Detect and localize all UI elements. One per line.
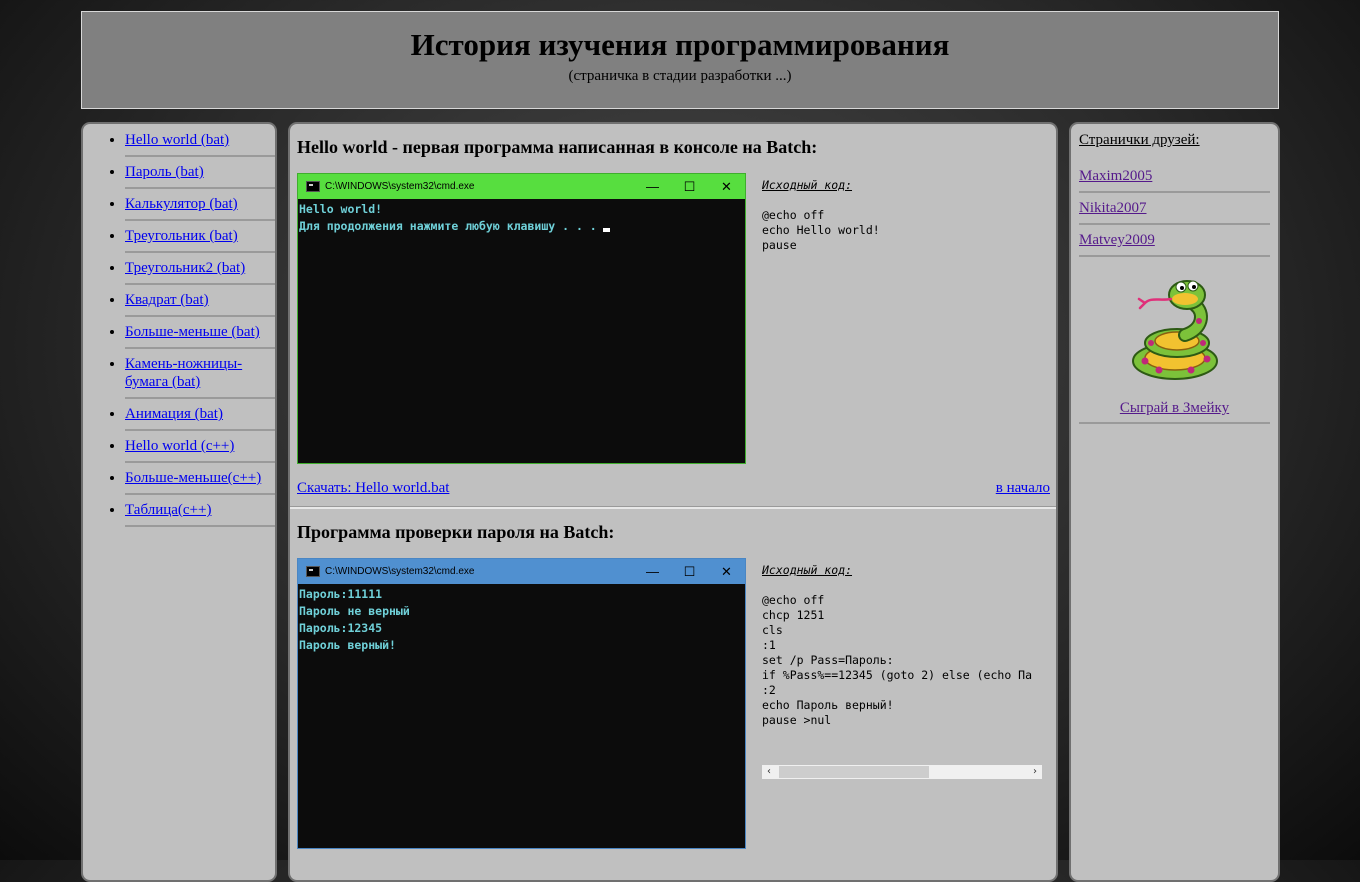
section-hello-world: Hello world - первая программа написанна…	[290, 124, 1056, 509]
snake-icon	[1131, 280, 1218, 380]
cmd-titlebar: C:\WINDOWS\system32\cmd.exe — ☐ ✕	[298, 174, 745, 199]
section-title: Программа проверки пароля на Batch:	[297, 522, 615, 542]
friends-title: Странички друзей:	[1079, 132, 1200, 148]
snake-game-item: Сыграй в Змейку	[1079, 400, 1270, 424]
nav-item: Треугольник (bat)	[125, 224, 275, 253]
download-link[interactable]: Скачать: Hello world.bat	[297, 480, 449, 496]
nav-item: Больше-меньше(c++)	[125, 466, 275, 495]
section-footer: Скачать: Hello world.bat в начало	[297, 479, 1050, 497]
nav-link-hello-world-bat[interactable]: Hello world (bat)	[125, 131, 275, 149]
nav-list: Hello world (bat) Пароль (bat) Калькулят…	[83, 124, 275, 527]
cmd-window-screenshot: C:\WINDOWS\system32\cmd.exe — ☐ ✕ Пароль…	[297, 558, 746, 849]
friends-list: Maxim2005 Nikita2007 Matvey2009	[1071, 163, 1278, 257]
source-code-label: Исходный код:	[762, 563, 853, 577]
snake-game-link[interactable]: Сыграй в Змейку	[1120, 400, 1229, 416]
source-code-box: Исходный код: @echo off echo Hello world…	[762, 178, 1042, 253]
nav-link-rock-paper-scissors-bat[interactable]: Камень-ножницы-бумага (bat)	[125, 355, 275, 391]
section-title: Hello world - первая программа написанна…	[297, 137, 818, 157]
friend-link-maxim2005[interactable]: Maxim2005	[1079, 168, 1152, 184]
console-output: Пароль:11111 Пароль не верный Пароль:123…	[299, 587, 410, 652]
nav-item: Треугольник2 (bat)	[125, 256, 275, 285]
source-code: @echo off chcp 1251 cls :1 set /p Pass=П…	[762, 593, 1033, 727]
console-output-text: Hello world! Для продолжения нажмите люб…	[299, 202, 597, 233]
nav-item: Hello world (c++)	[125, 434, 275, 463]
nav-item: Калькулятор (bat)	[125, 192, 275, 221]
scroll-left-icon[interactable]: ‹	[762, 765, 776, 779]
nav-link-square-bat[interactable]: Квадрат (bat)	[125, 291, 275, 309]
friend-item: Nikita2007	[1079, 195, 1270, 225]
nav-item: Пароль (bat)	[125, 160, 275, 189]
minimize-icon: —	[646, 564, 659, 579]
minimize-icon: —	[646, 179, 659, 194]
friend-link-matvey2009[interactable]: Matvey2009	[1079, 232, 1155, 248]
cmd-icon	[306, 566, 320, 577]
cmd-window-screenshot: C:\WINDOWS\system32\cmd.exe — ☐ ✕ Hello …	[297, 173, 746, 464]
cmd-titlebar: C:\WINDOWS\system32\cmd.exe — ☐ ✕	[298, 559, 745, 584]
nav-link-more-less-bat[interactable]: Больше-меньше (bat)	[125, 323, 275, 341]
horizontal-scrollbar[interactable]: ‹ ›	[762, 765, 1042, 779]
nav-item: Квадрат (bat)	[125, 288, 275, 317]
scrollbar-thumb[interactable]	[779, 766, 929, 778]
nav-link-hello-world-cpp[interactable]: Hello world (c++)	[125, 437, 275, 455]
friend-item: Matvey2009	[1079, 227, 1270, 257]
nav-item: Камень-ножницы-бумага (bat)	[125, 352, 275, 399]
nav-item: Таблица(c++)	[125, 498, 275, 527]
close-icon: ✕	[721, 179, 732, 194]
nav-link-triangle-bat[interactable]: Треугольник (bat)	[125, 227, 275, 245]
cmd-window-title: C:\WINDOWS\system32\cmd.exe	[325, 181, 475, 192]
nav-item: Hello world (bat)	[125, 128, 275, 157]
nav-link-calculator-bat[interactable]: Калькулятор (bat)	[125, 195, 275, 213]
back-to-top-link[interactable]: в начало	[996, 479, 1050, 497]
nav-item: Больше-меньше (bat)	[125, 320, 275, 349]
source-code-box: Исходный код: @echo off chcp 1251 cls :1…	[762, 563, 1042, 779]
cmd-icon	[306, 181, 320, 192]
source-code: @echo off echo Hello world! pause	[762, 208, 880, 252]
site-subtitle: (страничка в стадии разработки ...)	[568, 68, 792, 84]
nav-item: Анимация (bat)	[125, 402, 275, 431]
source-code-label: Исходный код:	[762, 178, 853, 192]
friend-link-nikita2007[interactable]: Nikita2007	[1079, 200, 1147, 216]
close-icon: ✕	[721, 564, 732, 579]
friend-item: Maxim2005	[1079, 163, 1270, 193]
section-password: Программа проверки пароля на Batch: C:\W…	[290, 509, 1056, 849]
nav-link-more-less-cpp[interactable]: Больше-меньше(c++)	[125, 469, 275, 487]
main-content: Hello world - первая программа написанна…	[288, 122, 1058, 882]
console-cursor	[602, 228, 610, 232]
right-sidebar: Странички друзей: Maxim2005 Nikita2007 M…	[1069, 122, 1280, 882]
nav-link-triangle2-bat[interactable]: Треугольник2 (bat)	[125, 259, 275, 277]
snake-image-link[interactable]	[1071, 273, 1278, 390]
maximize-icon: ☐	[683, 564, 696, 579]
nav-link-password-bat[interactable]: Пароль (bat)	[125, 163, 275, 181]
cmd-window-title: C:\WINDOWS\system32\cmd.exe	[325, 566, 475, 577]
nav-link-animation-bat[interactable]: Анимация (bat)	[125, 405, 275, 423]
maximize-icon: ☐	[683, 179, 696, 194]
left-navigation: Hello world (bat) Пароль (bat) Калькулят…	[81, 122, 277, 882]
scroll-right-icon[interactable]: ›	[1028, 765, 1042, 779]
site-header: История изучения программирования (стран…	[81, 11, 1279, 109]
nav-link-table-cpp[interactable]: Таблица(c++)	[125, 501, 275, 519]
site-title: История изучения программирования	[410, 27, 950, 62]
console-output: Hello world! Для продолжения нажмите люб…	[298, 199, 745, 237]
